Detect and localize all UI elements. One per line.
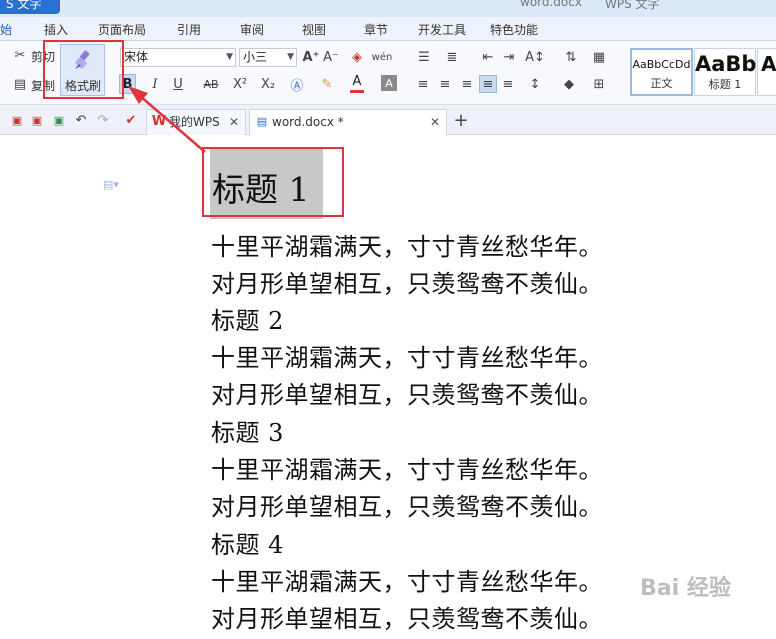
annotation-arrow: [128, 86, 206, 153]
